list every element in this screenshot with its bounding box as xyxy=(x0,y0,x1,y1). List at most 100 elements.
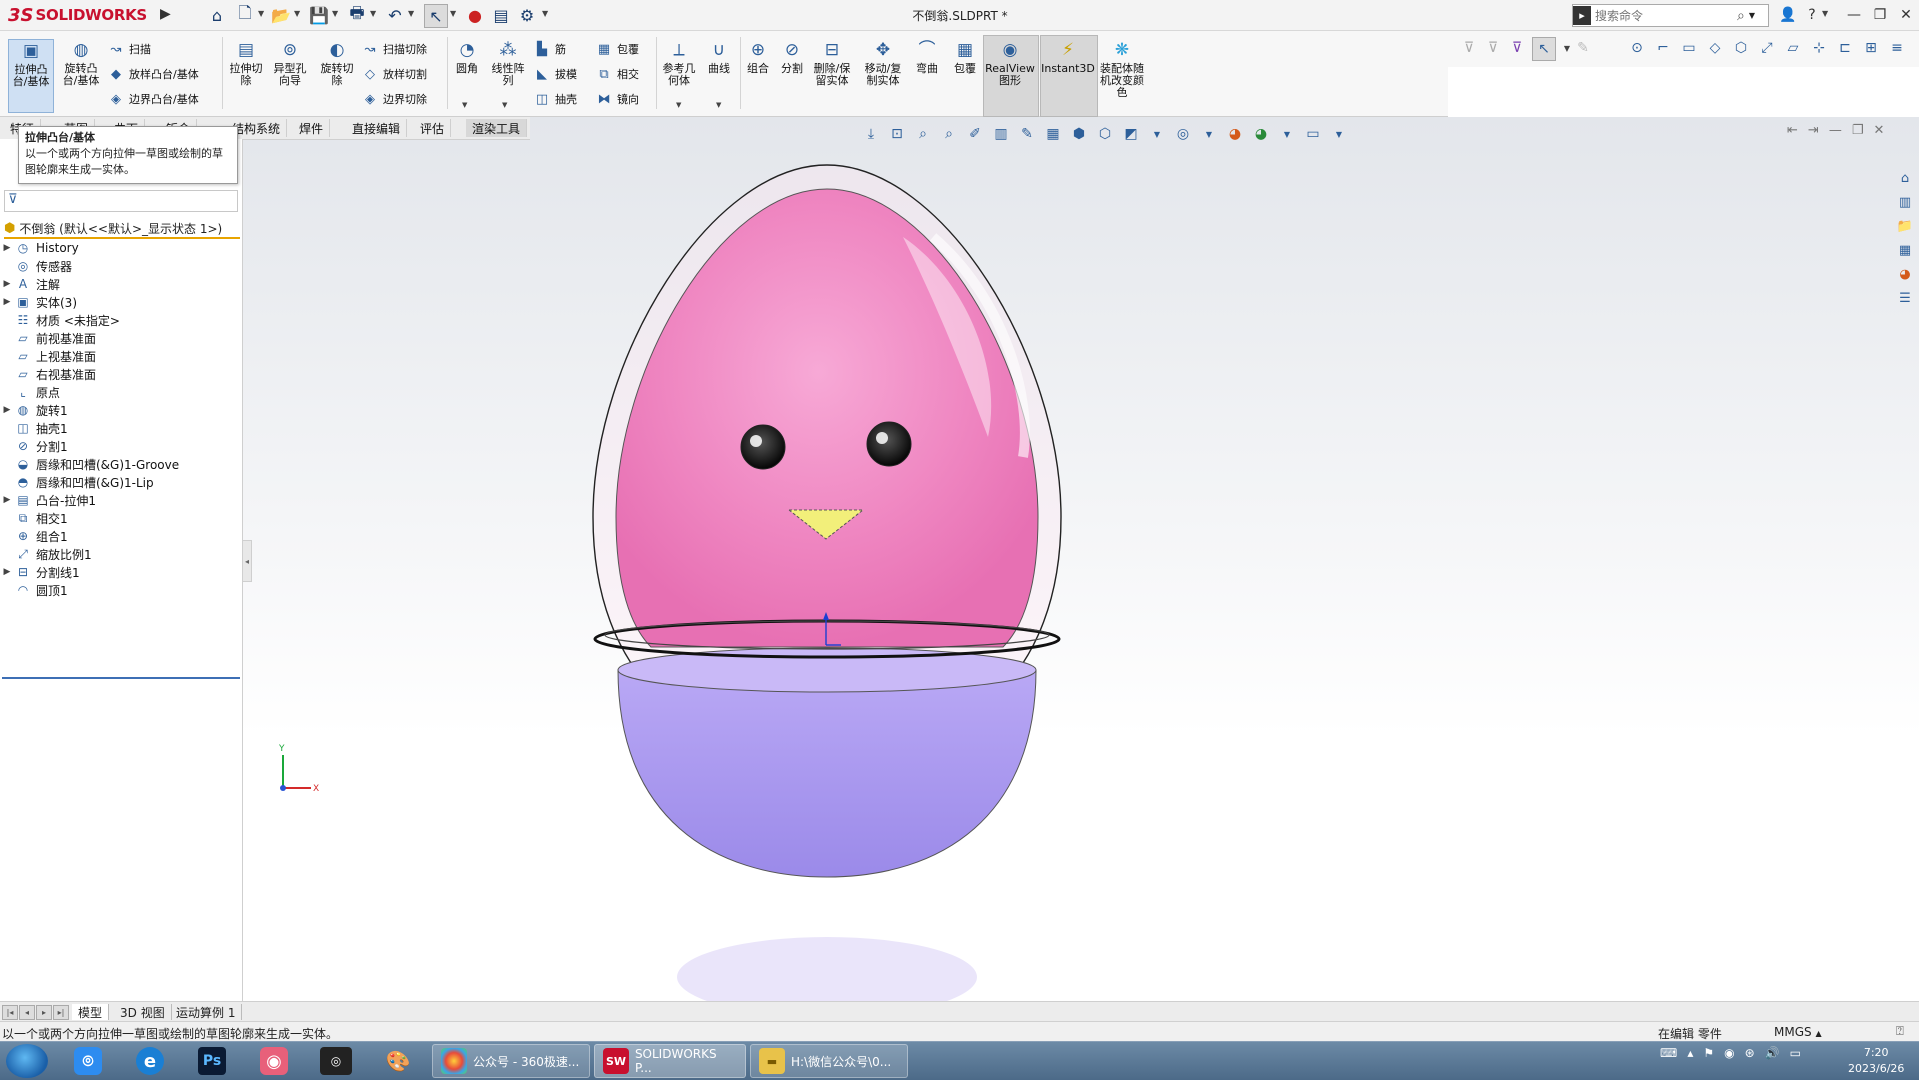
new-dropdown-icon[interactable]: ▼ xyxy=(258,9,264,18)
left-eye[interactable] xyxy=(740,424,786,470)
viewport-minimize-icon[interactable]: — xyxy=(1829,123,1842,138)
part-root-node[interactable]: ⬢ 不倒翁 (默认<<默认>_显示状态 1>) xyxy=(4,219,240,239)
search-dropdown-icon[interactable]: ▼ xyxy=(1749,11,1755,20)
section-view-icon[interactable]: ⌕ xyxy=(938,123,960,145)
search-command-box[interactable]: ▸ ⌕ ▼ xyxy=(1572,4,1769,27)
flex-button[interactable]: ⌒ 弯曲 xyxy=(910,39,944,75)
filter-toggle-icon[interactable]: ⊽ xyxy=(1506,37,1528,59)
split-button[interactable]: ⊘ 分割 xyxy=(776,39,808,75)
hud-dropdown-icon[interactable]: ▼ xyxy=(1276,123,1298,145)
tree-item[interactable]: ◠ 圆顶1 xyxy=(0,579,240,601)
draft-button[interactable]: ◣ 拔模 xyxy=(534,66,577,82)
units-selector[interactable]: MMGS ▲ xyxy=(1774,1025,1822,1039)
save-icon[interactable]: 💾 xyxy=(308,4,330,26)
shell-button[interactable]: ◫ 抽壳 xyxy=(534,91,577,107)
tab-motion-study[interactable]: 运动算例 1 xyxy=(170,1004,243,1020)
power-icon[interactable]: ▭ xyxy=(1790,1046,1801,1060)
fillet-dropdown-icon[interactable]: ▼ xyxy=(462,101,467,109)
pin-icon[interactable]: ✎ xyxy=(1572,37,1594,59)
lofted-cut-button[interactable]: ◇ 放样切割 xyxy=(362,66,427,82)
expand-arrow-icon[interactable]: ▶ xyxy=(0,405,14,415)
tab-direct-editing[interactable]: 直接编辑 xyxy=(346,119,408,137)
rebuild-icon[interactable]: ● xyxy=(464,4,486,26)
display-monitor-icon[interactable]: ▭ xyxy=(1302,123,1324,145)
wrap-button[interactable]: ▦ 包覆 xyxy=(596,41,639,57)
undo-dropdown-icon[interactable]: ▼ xyxy=(408,9,414,18)
view-orientation-icon[interactable]: ▥ xyxy=(990,123,1012,145)
scene-color-icon[interactable]: ◕ xyxy=(1250,123,1272,145)
next-tab-icon[interactable]: ▸ xyxy=(36,1005,52,1020)
last-tab-icon[interactable]: ▸| xyxy=(53,1005,69,1020)
select-dropdown-icon[interactable]: ▼ xyxy=(450,9,456,18)
options-gear-icon[interactable]: ⚙ xyxy=(516,4,538,26)
help-icon[interactable]: ? xyxy=(1800,4,1824,26)
egg-upper-body[interactable] xyxy=(615,188,1039,648)
edit-appearance-icon[interactable]: ⬡ xyxy=(1094,123,1116,145)
expand-arrow-icon[interactable]: ▶ xyxy=(0,567,14,577)
network-icon[interactable]: ⊛ xyxy=(1745,1046,1755,1060)
random-color-button[interactable]: ❋ 装配体随机改变颜色 xyxy=(1100,39,1144,99)
options-dropdown-icon[interactable]: ▼ xyxy=(542,9,548,18)
filter-solid-icon[interactable]: ⬡ xyxy=(1730,37,1752,59)
model-canvas[interactable]: Y X xyxy=(243,117,1919,1001)
hud-dropdown-icon[interactable]: ▼ xyxy=(1146,123,1168,145)
hide-show-icon[interactable]: ▦ xyxy=(1042,123,1064,145)
filter-faces-icon[interactable]: ▭ xyxy=(1678,37,1700,59)
filter-planes-icon[interactable]: ▱ xyxy=(1782,37,1804,59)
cube-view-icon[interactable]: ⬢ xyxy=(1068,123,1090,145)
viewport-restore-icon[interactable]: ❐ xyxy=(1852,123,1864,138)
solidworks-logo[interactable]: 3S SOLIDWORKS xyxy=(8,4,147,26)
filter-axes-icon[interactable]: ⤢ xyxy=(1756,37,1778,59)
first-tab-icon[interactable]: |◂ xyxy=(2,1005,18,1020)
view-settings-icon[interactable]: ◎ xyxy=(1172,123,1194,145)
tree-filter-bar[interactable]: ⊽ xyxy=(4,190,238,212)
open-folder-icon[interactable]: 📂 xyxy=(270,4,292,26)
menu-expand-icon[interactable]: ▶ xyxy=(160,6,171,22)
expand-arrow-icon[interactable]: ▶ xyxy=(0,297,14,307)
filter-dims-icon[interactable]: ⊏ xyxy=(1834,37,1856,59)
start-button-icon[interactable] xyxy=(6,1044,48,1078)
mirror-button[interactable]: ⧓ 镜向 xyxy=(596,91,640,107)
tab-3d-views[interactable]: 3D 视图 xyxy=(114,1004,172,1020)
custom-properties-icon[interactable]: ☰ xyxy=(1894,288,1916,308)
rib-button[interactable]: ▙ 筋 xyxy=(534,41,566,57)
baidu-netdisk-icon[interactable]: ⌾ xyxy=(64,1045,112,1077)
viewport-prev-icon[interactable]: ⇤ xyxy=(1787,123,1798,138)
keyboard-icon[interactable]: ⌨ xyxy=(1660,1046,1677,1060)
appearance-color-icon[interactable]: ◕ xyxy=(1224,123,1246,145)
right-eye[interactable] xyxy=(866,421,912,467)
restore-icon[interactable]: ❐ xyxy=(1868,4,1892,26)
curves-button[interactable]: ∪ 曲线 xyxy=(702,39,736,75)
extrude-boss-button[interactable]: ▣ 拉伸凸台/基体 xyxy=(8,39,54,113)
help-dropdown-icon[interactable]: ▼ xyxy=(1822,9,1828,18)
home-icon[interactable]: ⌂ xyxy=(206,4,228,26)
appearances-icon[interactable]: ◕ xyxy=(1894,264,1916,284)
zoom-to-fit-icon[interactable]: ⤓ xyxy=(860,123,882,145)
print-dropdown-icon[interactable]: ▼ xyxy=(370,9,376,18)
screen-recorder-icon[interactable]: ◎ xyxy=(312,1045,360,1077)
revolve-cut-button[interactable]: ◐ 旋转切除 xyxy=(316,39,358,87)
filter-clear-icon[interactable]: ⊽ xyxy=(1482,37,1504,59)
select-tool-icon[interactable]: ↖ xyxy=(1532,37,1556,61)
revolve-boss-button[interactable]: ◍ 旋转凸台/基体 xyxy=(58,39,104,87)
rollback-bar[interactable] xyxy=(2,677,240,679)
volume-icon[interactable]: 🔊 xyxy=(1765,1046,1780,1060)
delete-keep-body-button[interactable]: ⊟ 删除/保留实体 xyxy=(810,39,854,87)
taskbar-explorer-window[interactable]: ▬ H:\微信公众号\0... xyxy=(750,1044,908,1078)
previous-view-icon[interactable]: ⌕ xyxy=(912,123,934,145)
photoshop-icon[interactable]: Ps xyxy=(188,1045,236,1077)
sweep-button[interactable]: ↝ 扫描 xyxy=(108,41,151,57)
open-dropdown-icon[interactable]: ▼ xyxy=(294,9,300,18)
egg-base[interactable] xyxy=(617,669,1037,878)
tray-app-icon[interactable]: ◉ xyxy=(1724,1046,1734,1060)
tree-filter-icon[interactable]: ⊽ xyxy=(8,192,18,207)
user-account-icon[interactable]: 👤 xyxy=(1776,4,1800,26)
filter-notes-icon[interactable]: ⊞ xyxy=(1860,37,1882,59)
swept-cut-button[interactable]: ↝ 扫描切除 xyxy=(362,41,427,57)
print-icon[interactable]: 🖶 xyxy=(346,3,368,26)
view-palette-icon[interactable]: ▦ xyxy=(1894,240,1916,260)
filter-edges-icon[interactable]: ⌐ xyxy=(1652,37,1674,59)
viewport-close-icon[interactable]: ✕ xyxy=(1873,123,1884,138)
prev-tab-icon[interactable]: ◂ xyxy=(19,1005,35,1020)
tab-model[interactable]: 模型 xyxy=(72,1004,110,1020)
